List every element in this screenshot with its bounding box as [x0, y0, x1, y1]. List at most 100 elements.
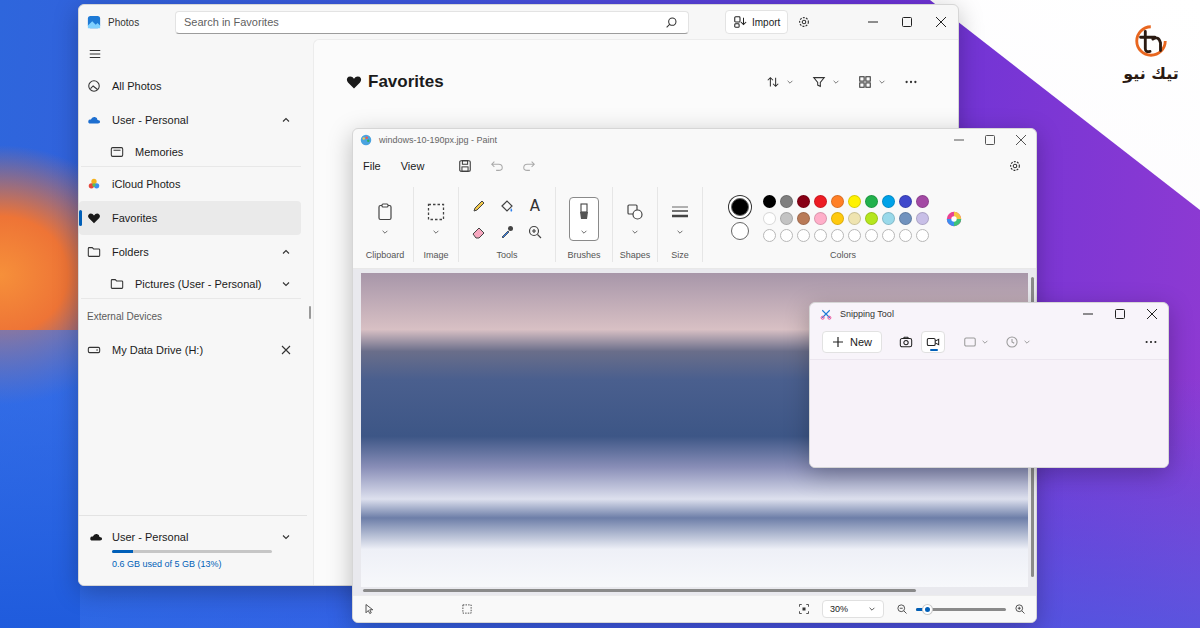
color-swatch[interactable]	[848, 195, 861, 208]
color-picker-icon[interactable]	[499, 224, 515, 240]
minimize-button[interactable]	[943, 129, 974, 151]
color-swatch[interactable]	[865, 212, 878, 225]
zoom-thumb[interactable]	[923, 605, 932, 614]
color-swatch[interactable]	[882, 229, 895, 242]
color-swatch[interactable]	[780, 229, 793, 242]
zoom-dropdown[interactable]: 30%	[822, 600, 884, 618]
sidebar-item[interactable]: Memories	[81, 137, 301, 167]
undo-icon[interactable]	[490, 159, 504, 173]
color-swatch[interactable]	[899, 229, 912, 242]
color-swatch[interactable]	[831, 195, 844, 208]
horizontal-scrollbar[interactable]	[353, 587, 1036, 595]
secondary-color-swatch[interactable]	[731, 222, 749, 240]
brushes-button[interactable]	[569, 187, 599, 250]
record-mode-button[interactable]	[921, 331, 945, 353]
color-swatch[interactable]	[882, 212, 895, 225]
edit-colors-icon[interactable]	[945, 210, 963, 228]
new-button[interactable]: New	[822, 331, 882, 353]
text-tool[interactable]: A	[530, 198, 540, 214]
color-swatch[interactable]	[763, 195, 776, 208]
fit-to-window-icon[interactable]	[798, 603, 810, 615]
color-swatch[interactable]	[814, 229, 827, 242]
color-swatch[interactable]	[916, 195, 929, 208]
pane-resize-handle[interactable]	[307, 39, 313, 585]
fill-bucket-icon[interactable]	[499, 198, 515, 214]
sidebar-item[interactable]: All Photos	[81, 69, 301, 103]
menu-toggle[interactable]	[79, 39, 307, 69]
zoom-slider[interactable]	[916, 608, 1006, 611]
color-swatch[interactable]	[780, 195, 793, 208]
sidebar-item[interactable]: Folders	[81, 235, 301, 269]
delay-dropdown[interactable]	[1005, 335, 1031, 349]
search-field[interactable]: Search in Favorites	[175, 11, 689, 34]
close-button[interactable]	[1005, 129, 1036, 151]
shapes-button[interactable]	[621, 187, 649, 250]
zoom-in-icon[interactable]	[1014, 603, 1026, 615]
filter-button[interactable]	[812, 75, 840, 89]
minimize-button[interactable]	[1072, 303, 1104, 325]
eject-close-icon[interactable]	[281, 345, 291, 355]
scroll-thumb[interactable]	[363, 589, 916, 592]
color-swatch[interactable]	[865, 195, 878, 208]
color-swatch[interactable]	[780, 212, 793, 225]
gear-icon[interactable]	[797, 15, 811, 29]
redo-icon[interactable]	[522, 159, 536, 173]
color-swatch[interactable]	[797, 212, 810, 225]
close-button[interactable]	[1136, 303, 1168, 325]
size-button[interactable]	[666, 187, 694, 250]
minimize-icon	[954, 135, 964, 145]
zoom-out-icon[interactable]	[896, 603, 908, 615]
chevron-icon[interactable]	[281, 247, 291, 257]
color-swatch[interactable]	[882, 195, 895, 208]
menu-item[interactable]: File	[363, 160, 389, 172]
sidebar-item[interactable]: Pictures (User - Personal)	[81, 269, 301, 299]
chevron-icon[interactable]	[281, 115, 291, 125]
more-dots-icon[interactable]	[1144, 335, 1158, 349]
sidebar-item[interactable]: User - Personal	[81, 103, 301, 137]
color-swatch[interactable]	[865, 229, 878, 242]
minimize-button[interactable]	[856, 5, 890, 39]
primary-color-swatch[interactable]	[731, 198, 749, 216]
maximize-button[interactable]	[974, 129, 1005, 151]
sidebar-item[interactable]: Favorites	[79, 201, 301, 235]
sort-button[interactable]	[766, 75, 794, 89]
import-button[interactable]: Import	[725, 10, 788, 34]
sidebar-item[interactable]: iCloud Photos	[81, 167, 301, 201]
color-swatch[interactable]	[814, 212, 827, 225]
color-swatch[interactable]	[916, 212, 929, 225]
storage-account[interactable]: User - Personal	[89, 530, 291, 544]
color-swatch[interactable]	[797, 195, 810, 208]
color-swatch[interactable]	[848, 212, 861, 225]
magnifier-icon[interactable]	[527, 224, 543, 240]
color-swatch[interactable]	[916, 229, 929, 242]
pencil-icon[interactable]	[471, 198, 487, 214]
menu-item[interactable]: View	[393, 160, 433, 172]
select-button[interactable]	[422, 187, 450, 250]
title-bar[interactable]: PhotosSearch in FavoritesImport	[79, 5, 958, 39]
view-button[interactable]	[858, 75, 886, 89]
sidebar-item[interactable]: My Data Drive (H:)	[81, 333, 301, 367]
snip-shape-dropdown[interactable]	[963, 335, 989, 349]
color-swatch[interactable]	[899, 212, 912, 225]
title-bar[interactable]: Snipping Tool	[810, 303, 1168, 325]
color-swatch[interactable]	[814, 195, 827, 208]
more-button[interactable]	[904, 75, 918, 89]
eraser-icon[interactable]	[471, 224, 487, 240]
color-swatch[interactable]	[831, 229, 844, 242]
gear-icon[interactable]	[1008, 159, 1022, 173]
title-bar[interactable]: windows-10-190px.jpg - Paint	[353, 129, 1036, 151]
color-swatch[interactable]	[899, 195, 912, 208]
close-button[interactable]	[924, 5, 958, 39]
color-swatch[interactable]	[763, 212, 776, 225]
screenshot-mode-button[interactable]	[894, 331, 918, 353]
color-swatch[interactable]	[797, 229, 810, 242]
chevron-icon[interactable]	[281, 279, 291, 289]
color-swatch[interactable]	[763, 229, 776, 242]
save-icon[interactable]	[458, 159, 472, 173]
snipping-tool-window[interactable]: Snipping Tool New	[809, 302, 1169, 468]
clipboard-button[interactable]	[371, 187, 399, 250]
color-swatch[interactable]	[848, 229, 861, 242]
maximize-button[interactable]	[1104, 303, 1136, 325]
maximize-button[interactable]	[890, 5, 924, 39]
color-swatch[interactable]	[831, 212, 844, 225]
